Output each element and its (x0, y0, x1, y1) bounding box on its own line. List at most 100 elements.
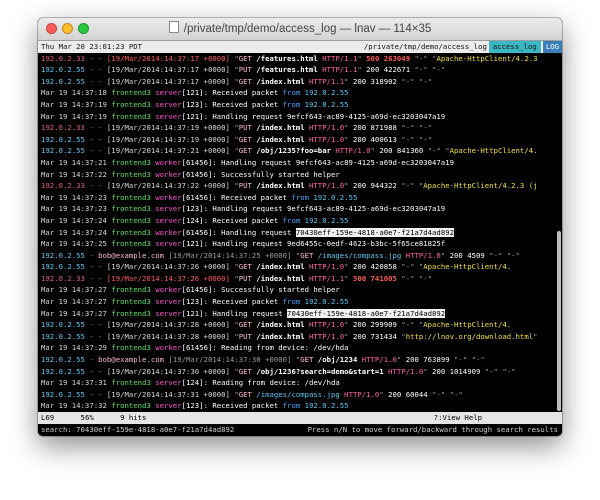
log-segment: [124]: Received packet (181, 215, 283, 225)
log-segment: HTTP/1.0 (383, 366, 424, 376)
log-segment: from (282, 99, 301, 109)
log-segment: - - (84, 181, 107, 191)
log-segment: " (379, 389, 389, 399)
log-segment: server (150, 239, 182, 249)
log-segment: frontend3 (111, 401, 151, 411)
percent-indicator: 56% (80, 413, 94, 422)
log-segment: Mar 19 14:37:21 (41, 157, 112, 167)
log-segment: frontend3 (111, 99, 151, 109)
log-segment: Mar 19 14:37:24 (41, 215, 112, 225)
log-segment: 192.0.2.33 (41, 181, 85, 191)
log-segment: 192.0.2.55 (300, 88, 349, 98)
log-segment: GET (238, 53, 252, 63)
log-segment: GET (238, 320, 252, 330)
log-segment: "-" "-" (449, 355, 485, 365)
log-segment: " (229, 320, 239, 330)
log-segment: /index.html (251, 76, 305, 86)
log-segment: from (282, 297, 301, 307)
log-line: Mar 19 14:37:19 frontend3 server[121]: H… (38, 111, 556, 123)
hits-indicator: 9 hits (120, 413, 147, 422)
log-segment: [61456]: Successfully started helper (181, 285, 340, 295)
log-segment: 192.0.2.55 (300, 297, 349, 307)
log-segment: /index.html (251, 331, 305, 341)
scrollbar-thumb[interactable] (557, 230, 561, 411)
log-line: 192.0.2.33 - - [19/Mar/2014:14:37:22 +00… (38, 180, 556, 192)
log-segment: 200 400613 (352, 134, 397, 144)
log-line: Mar 19 14:37:24 frontend3 worker[61456]:… (38, 227, 556, 239)
file-path: /private/tmp/demo/access_log (363, 42, 487, 51)
log-segment: "-" "-" (396, 134, 433, 144)
log-segment: [19/Mar/2014:14:37:25 +0000] " (164, 250, 301, 260)
log-segment: /images/compass.jpg (251, 389, 340, 399)
log-segment: " (440, 250, 450, 260)
scrollbar[interactable] (556, 52, 562, 412)
log-segment: " (344, 273, 353, 283)
command-line[interactable]: search: 70430eff-159e-4818-a0e7-f21a7d4a… (38, 424, 562, 436)
log-segment: GET (238, 76, 252, 86)
log-segment: " (533, 331, 538, 341)
log-segment: 192.0.2.55 (300, 99, 349, 109)
log-segment: " (229, 181, 239, 191)
log-segment: 192.0.2.33 (41, 273, 85, 283)
log-segment: 192.0.2.55 (309, 192, 358, 202)
log-segment: "-" " (396, 181, 424, 191)
log-segment: HTTP/1.1 (304, 273, 345, 283)
log-line: Mar 19 14:37:22 frontend3 worker[61456]:… (38, 169, 556, 181)
log-segment: 200 763899 (405, 355, 450, 365)
log-segment: worker (150, 169, 182, 179)
log-segment: /index.html (251, 181, 305, 191)
log-segment: [123]: Received packet (181, 401, 283, 411)
log-segment: [19/Mar/2014:14:37:17 +0000] (106, 53, 230, 63)
search-prompt[interactable]: search: 70430eff-159e-4818-a0e7-f21a7d4a… (41, 424, 234, 436)
log-segment: - - (84, 366, 107, 376)
log-segment: 192.0.2.55 (300, 215, 349, 225)
log-segment: Mar 19 14:37:29 (41, 343, 112, 353)
log-segment: frontend3 (111, 239, 151, 249)
log-line: Mar 19 14:37:23 frontend3 worker[61456]:… (38, 192, 556, 204)
log-segment: " (344, 181, 353, 191)
log-segment: Apache-HttpClient/4. (423, 320, 512, 330)
log-line: 192.0.2.33 - - [19/Mar/2014:14:37:19 +00… (38, 122, 556, 134)
log-segment: server (150, 215, 182, 225)
terminal-content[interactable]: Thu Mar 20 23:01:23 PDT /private/tmp/dem… (38, 41, 562, 436)
log-segment: - - (84, 123, 107, 133)
log-segment: [19/Mar/2014:14:37:28 +0000] (106, 331, 230, 341)
title-bar: /private/tmp/demo/access_log — lnav — 11… (38, 18, 562, 41)
log-segment: [61456]: Received packet (181, 192, 292, 202)
log-segment: " (229, 53, 239, 63)
log-segment: from (282, 88, 301, 98)
log-segment: frontend3 (111, 215, 151, 225)
log-segment: 192.0.2.55 (41, 65, 85, 75)
log-badge: LOG (542, 41, 562, 53)
log-segment: Mar 19 14:37:23 (41, 204, 112, 214)
log-segment: - - (84, 389, 107, 399)
log-segment: " (344, 331, 353, 341)
log-segment: [121]: Received packet (181, 88, 283, 98)
log-segment: Mar 19 14:37:19 (41, 99, 112, 109)
log-segment: HTTP/1.0 (330, 146, 371, 156)
log-segment: " (344, 76, 353, 86)
document-icon (168, 21, 179, 33)
file-tab[interactable]: access_log (488, 41, 541, 53)
line-indicator: L69 (41, 413, 55, 422)
log-segment: [123]: Handling request 9efcf643-ac89-41… (181, 204, 446, 214)
log-segment: GET (300, 355, 314, 365)
log-segment: Apache-HttpClient/4. (449, 146, 538, 156)
log-segment: [19/Mar/2014:14:37:19 +0000] (106, 134, 230, 144)
log-segment: [19/Mar/2014:14:37:30 +0000] " (164, 355, 301, 365)
log-segment: bob@example.com (98, 250, 165, 260)
log-segment: " (396, 355, 406, 365)
log-segment: GET (300, 250, 314, 260)
log-line: Mar 19 14:37:27 frontend3 server[123]: R… (38, 296, 556, 308)
log-segment: /index.html (251, 123, 305, 133)
log-segment: "-" "-" (427, 389, 463, 399)
log-segment: 192.0.2.55 (41, 76, 85, 86)
log-segment: /index.html (251, 320, 305, 330)
log-segment: HTTP/1.0 (357, 355, 397, 365)
log-segment: frontend3 (111, 297, 151, 307)
lnav-top-status: Thu Mar 20 23:01:23 PDT /private/tmp/dem… (38, 41, 562, 53)
log-segment: 200 841360 (379, 146, 424, 156)
log-segment: Mar 19 14:37:19 (41, 111, 112, 121)
log-segment: "-" "-" (480, 366, 516, 376)
log-line: 192.0.2.55 - bob@example.com [19/Mar/201… (38, 354, 556, 366)
